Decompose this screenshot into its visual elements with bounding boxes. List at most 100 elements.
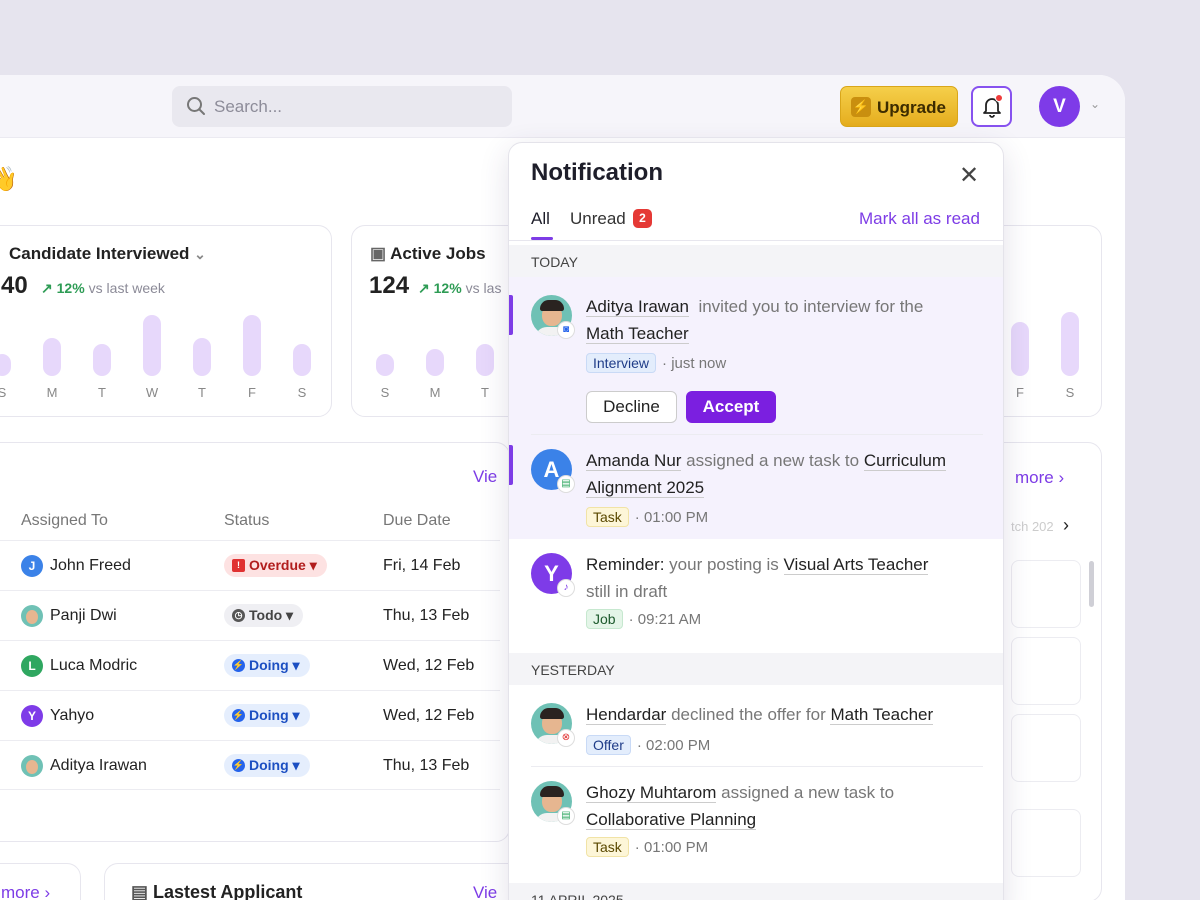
latest-applicant-card: ▤ Lastest Applicant Vie (104, 863, 524, 900)
chevron-down-icon[interactable]: ⌄ (1090, 97, 1100, 111)
day-label: S (1065, 385, 1075, 400)
list-item[interactable] (1011, 560, 1081, 628)
see-more-link[interactable]: more › (1, 883, 50, 900)
table-row[interactable]: Y Yahyo ⚡ Doing ▾ Wed, 12 Feb (0, 690, 500, 740)
status-dropdown[interactable]: ⚡ Doing ▾ (224, 654, 310, 677)
day-label: F (248, 385, 256, 400)
mark-all-read-link[interactable]: Mark all as read (859, 209, 980, 229)
notification-text: Ghozy Muhtarom assigned a new task to Col… (586, 783, 895, 830)
section-header-older: 11 APRIL 2025 (509, 883, 1003, 900)
chart-bar (143, 315, 161, 376)
stat-card-partial: FS (990, 225, 1102, 417)
upgrade-button[interactable]: ⚡ Upgrade (840, 86, 958, 127)
notification-text: Hendardar declined the offer for Math Te… (586, 705, 934, 725)
notification-item[interactable]: A ▤ Amanda Nur assigned a new task to Cu… (509, 435, 1003, 539)
decline-button[interactable]: Decline (586, 391, 677, 423)
status-dropdown[interactable]: ! Overdue ▾ (224, 554, 327, 577)
notification-text: Reminder: your posting is Visual Arts Te… (586, 555, 929, 601)
notification-button[interactable] (971, 86, 1012, 127)
notification-text: Amanda Nur assigned a new task to Curric… (586, 451, 947, 498)
status-dropdown[interactable]: ◷ Todo ▾ (224, 604, 304, 627)
table-row[interactable]: Panji Dwi ◷ Todo ▾ Thu, 13 Feb (0, 590, 500, 640)
day-label: M (429, 385, 441, 400)
see-more-link[interactable]: more › (1015, 468, 1064, 488)
day-label: T (481, 385, 489, 400)
column-header-assigned-to: Assigned To (21, 512, 108, 529)
waving-hand-icon: 👋 (0, 166, 18, 193)
day-label: S (380, 385, 390, 400)
column-header-due-date: Due Date (383, 512, 451, 529)
user-avatar[interactable]: V (1039, 86, 1080, 127)
date-label: tch 202 (1011, 519, 1054, 534)
tab-unread[interactable]: Unread (570, 209, 626, 229)
accept-button[interactable]: Accept (686, 391, 776, 423)
assignee-name: Yahyo (50, 707, 95, 724)
view-all-link[interactable]: Vie (473, 883, 497, 900)
avatar: J (21, 555, 43, 577)
assignee-name: John Freed (50, 557, 131, 574)
unread-dot (995, 94, 1003, 102)
notification-meta: Job · 09:21 AM (586, 609, 701, 629)
clock-icon: ◷ (232, 609, 245, 622)
table-row[interactable]: L Luca Modric ⚡ Doing ▾ Wed, 12 Feb (0, 640, 500, 690)
list-item[interactable] (1011, 809, 1081, 877)
status-dropdown[interactable]: ⚡ Doing ▾ (224, 704, 310, 727)
table-row[interactable]: J John Freed ! Overdue ▾ Fri, 14 Feb (0, 540, 500, 590)
section-title: ▤ Lastest Applicant (131, 882, 303, 900)
warning-icon: ! (232, 559, 245, 572)
unread-indicator (509, 445, 513, 485)
assignee-name: Aditya Irawan (50, 757, 147, 774)
day-label: T (98, 385, 106, 400)
chart-bar (376, 354, 394, 376)
avatar: Y (21, 705, 43, 727)
side-card: more › tch 202 › (990, 442, 1102, 900)
tab-all[interactable]: All (531, 209, 550, 229)
chart-bar (1011, 322, 1029, 376)
top-bar: Search... ⚡ Upgrade V ⌄ (0, 75, 1125, 138)
scrollbar[interactable] (1089, 561, 1094, 607)
chart-bar (243, 315, 261, 376)
due-date: Wed, 12 Feb (383, 657, 475, 674)
due-date: Wed, 12 Feb (383, 707, 475, 724)
notification-item[interactable]: ▤ Ghozy Muhtarom assigned a new task to C… (509, 767, 1003, 877)
notification-meta: Interview · just now (586, 353, 726, 373)
notification-item[interactable]: Y ♪ Reminder: your posting is Visual Art… (509, 539, 1003, 653)
section-header-yesterday: YESTERDAY (509, 653, 1003, 685)
lightning-icon: ⚡ (232, 659, 245, 672)
notification-panel: Notification ✕ All Unread 2 Mark all as … (508, 142, 1004, 900)
table-row[interactable]: Aditya Irawan ⚡ Doing ▾ Thu, 13 Feb (0, 740, 500, 790)
list-item[interactable] (1011, 637, 1081, 705)
notification-meta: Task · 01:00 PM (586, 837, 708, 857)
lightning-icon: ⚡ (232, 709, 245, 722)
bar-chart: FS (991, 226, 1103, 418)
unread-indicator (509, 295, 513, 335)
interview-icon: ◙ (557, 321, 575, 339)
notification-item[interactable]: ⊗ Hendardar declined the offer for Math … (509, 685, 1003, 767)
avatar: L (21, 655, 43, 677)
notification-text: Aditya Irawan invited you to interview f… (586, 297, 924, 344)
chart-bar (193, 338, 211, 376)
view-all-link[interactable]: Vie (473, 467, 497, 487)
search-input[interactable]: Search... (172, 86, 512, 127)
status-dropdown[interactable]: ⚡ Doing ▾ (224, 754, 310, 777)
day-label: M (46, 385, 58, 400)
notification-meta: Offer · 02:00 PM (586, 735, 710, 755)
day-label: F (1016, 385, 1024, 400)
chevron-right-icon[interactable]: › (1063, 515, 1069, 536)
assignee-name: Luca Modric (50, 657, 138, 674)
list-item[interactable] (1011, 714, 1081, 782)
avatar (21, 605, 43, 627)
notification-item[interactable]: ◙ Aditya Irawan invited you to interview… (509, 277, 1003, 435)
document-icon: ▤ (131, 882, 149, 900)
search-icon (187, 97, 205, 115)
upgrade-label: Upgrade (877, 98, 946, 117)
bar-chart: SMTWTFS (0, 226, 333, 418)
close-icon[interactable]: ✕ (959, 161, 979, 190)
day-label: S (0, 385, 7, 400)
due-date: Thu, 13 Feb (383, 607, 470, 624)
lightning-icon: ⚡ (232, 759, 245, 772)
stat-card-candidate-interviewed: Candidate Interviewed ⌄ 40 ↗ 12% vs last … (0, 225, 332, 417)
chart-bar (476, 344, 494, 376)
day-label: S (297, 385, 307, 400)
chart-bar (426, 349, 444, 376)
